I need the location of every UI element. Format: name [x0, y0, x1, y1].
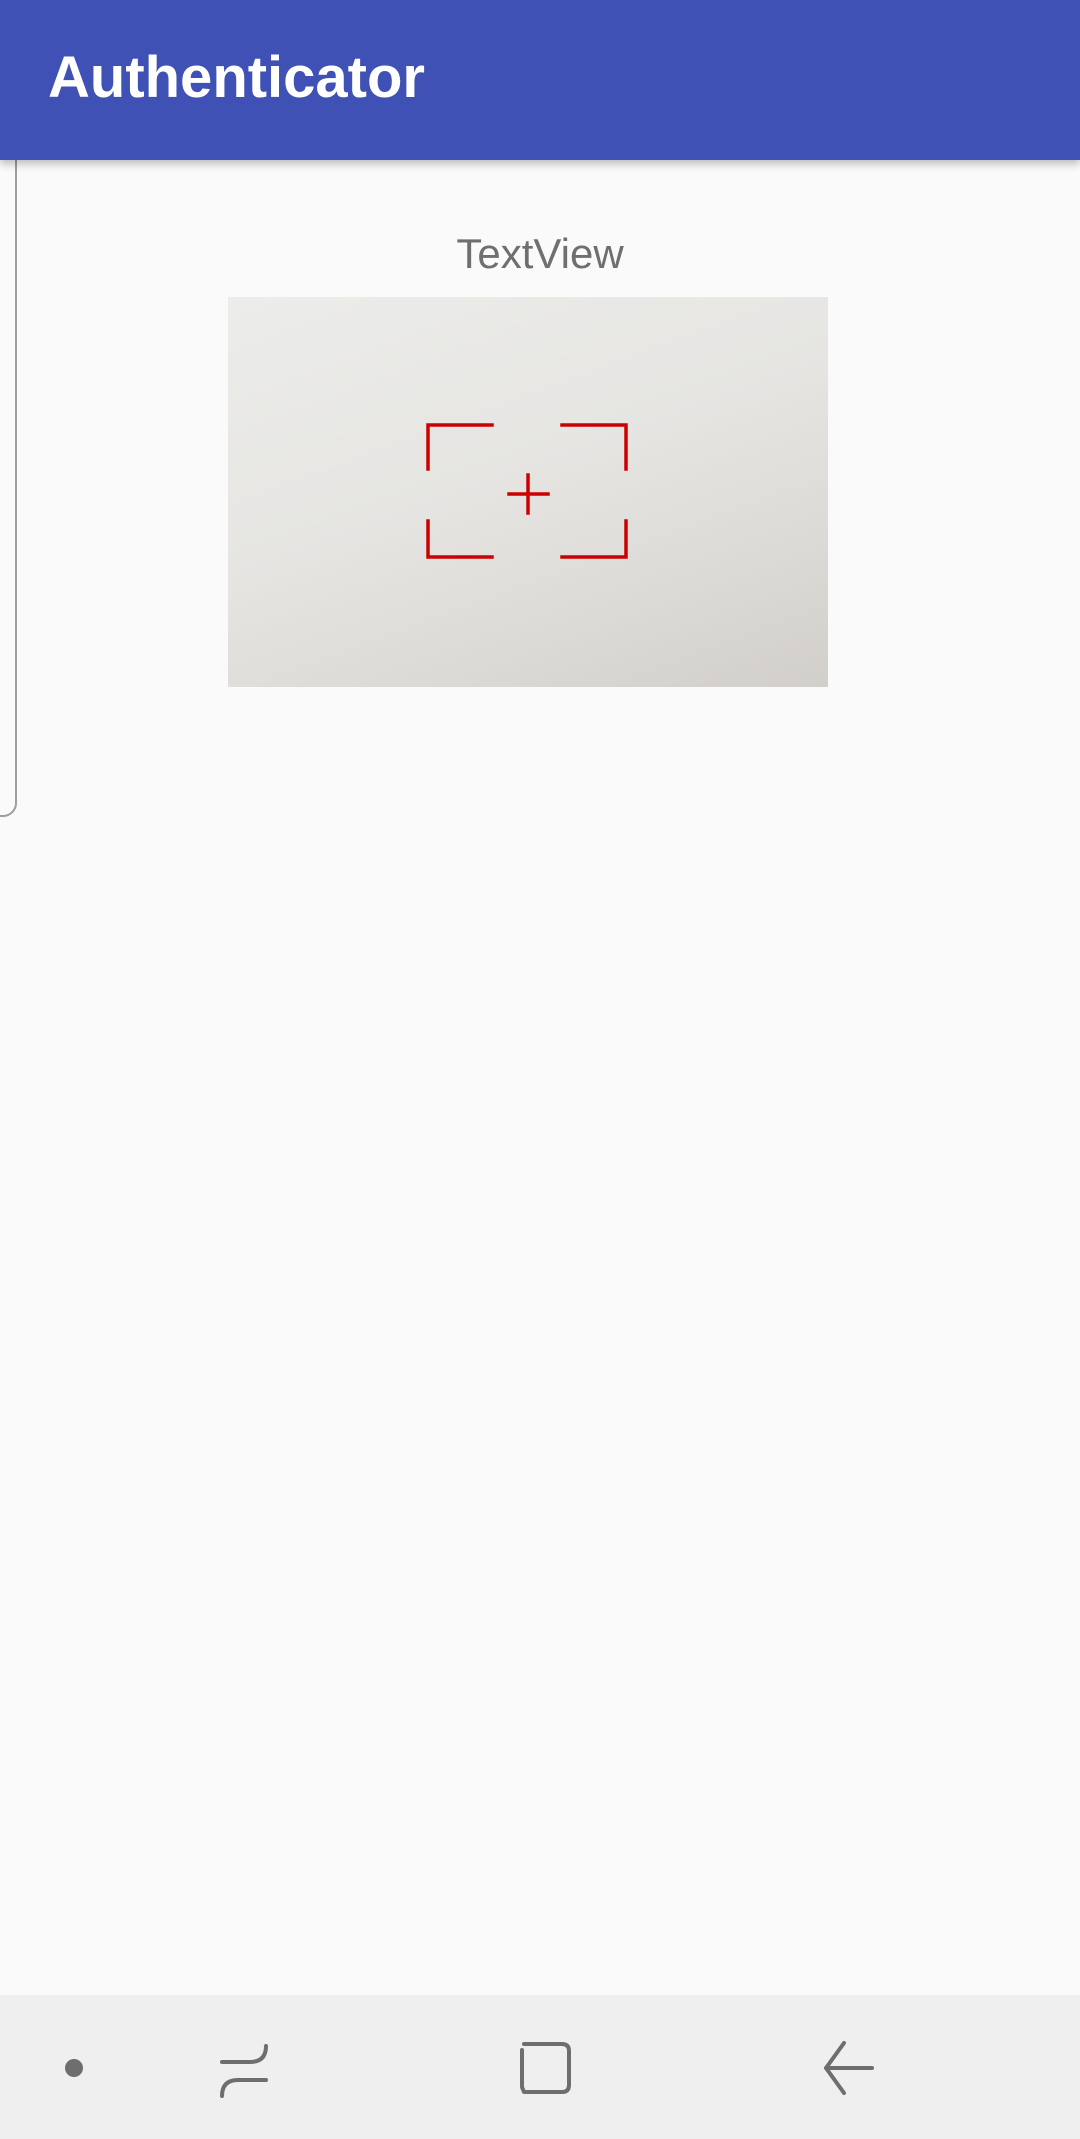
nav-back-button[interactable]: [800, 1995, 890, 2139]
nav-recent-apps-button[interactable]: [200, 1995, 290, 2139]
edge-panel-handle[interactable]: [0, 143, 17, 817]
nav-dot-button[interactable]: [40, 1995, 110, 2139]
app-title: Authenticator: [48, 45, 425, 110]
app-bar: Authenticator: [0, 0, 1080, 160]
home-icon: [520, 2042, 571, 2094]
text-view-label: TextView: [456, 230, 624, 277]
recent-apps-icon: [220, 2044, 268, 2098]
nav-home-button[interactable]: [500, 1995, 590, 2139]
back-icon: [824, 2041, 874, 2095]
viewfinder-crosshair-icon: [426, 423, 628, 559]
navigation-bar: [0, 1995, 1080, 2139]
camera-preview[interactable]: [228, 297, 828, 687]
dot-icon: [65, 2059, 83, 2077]
